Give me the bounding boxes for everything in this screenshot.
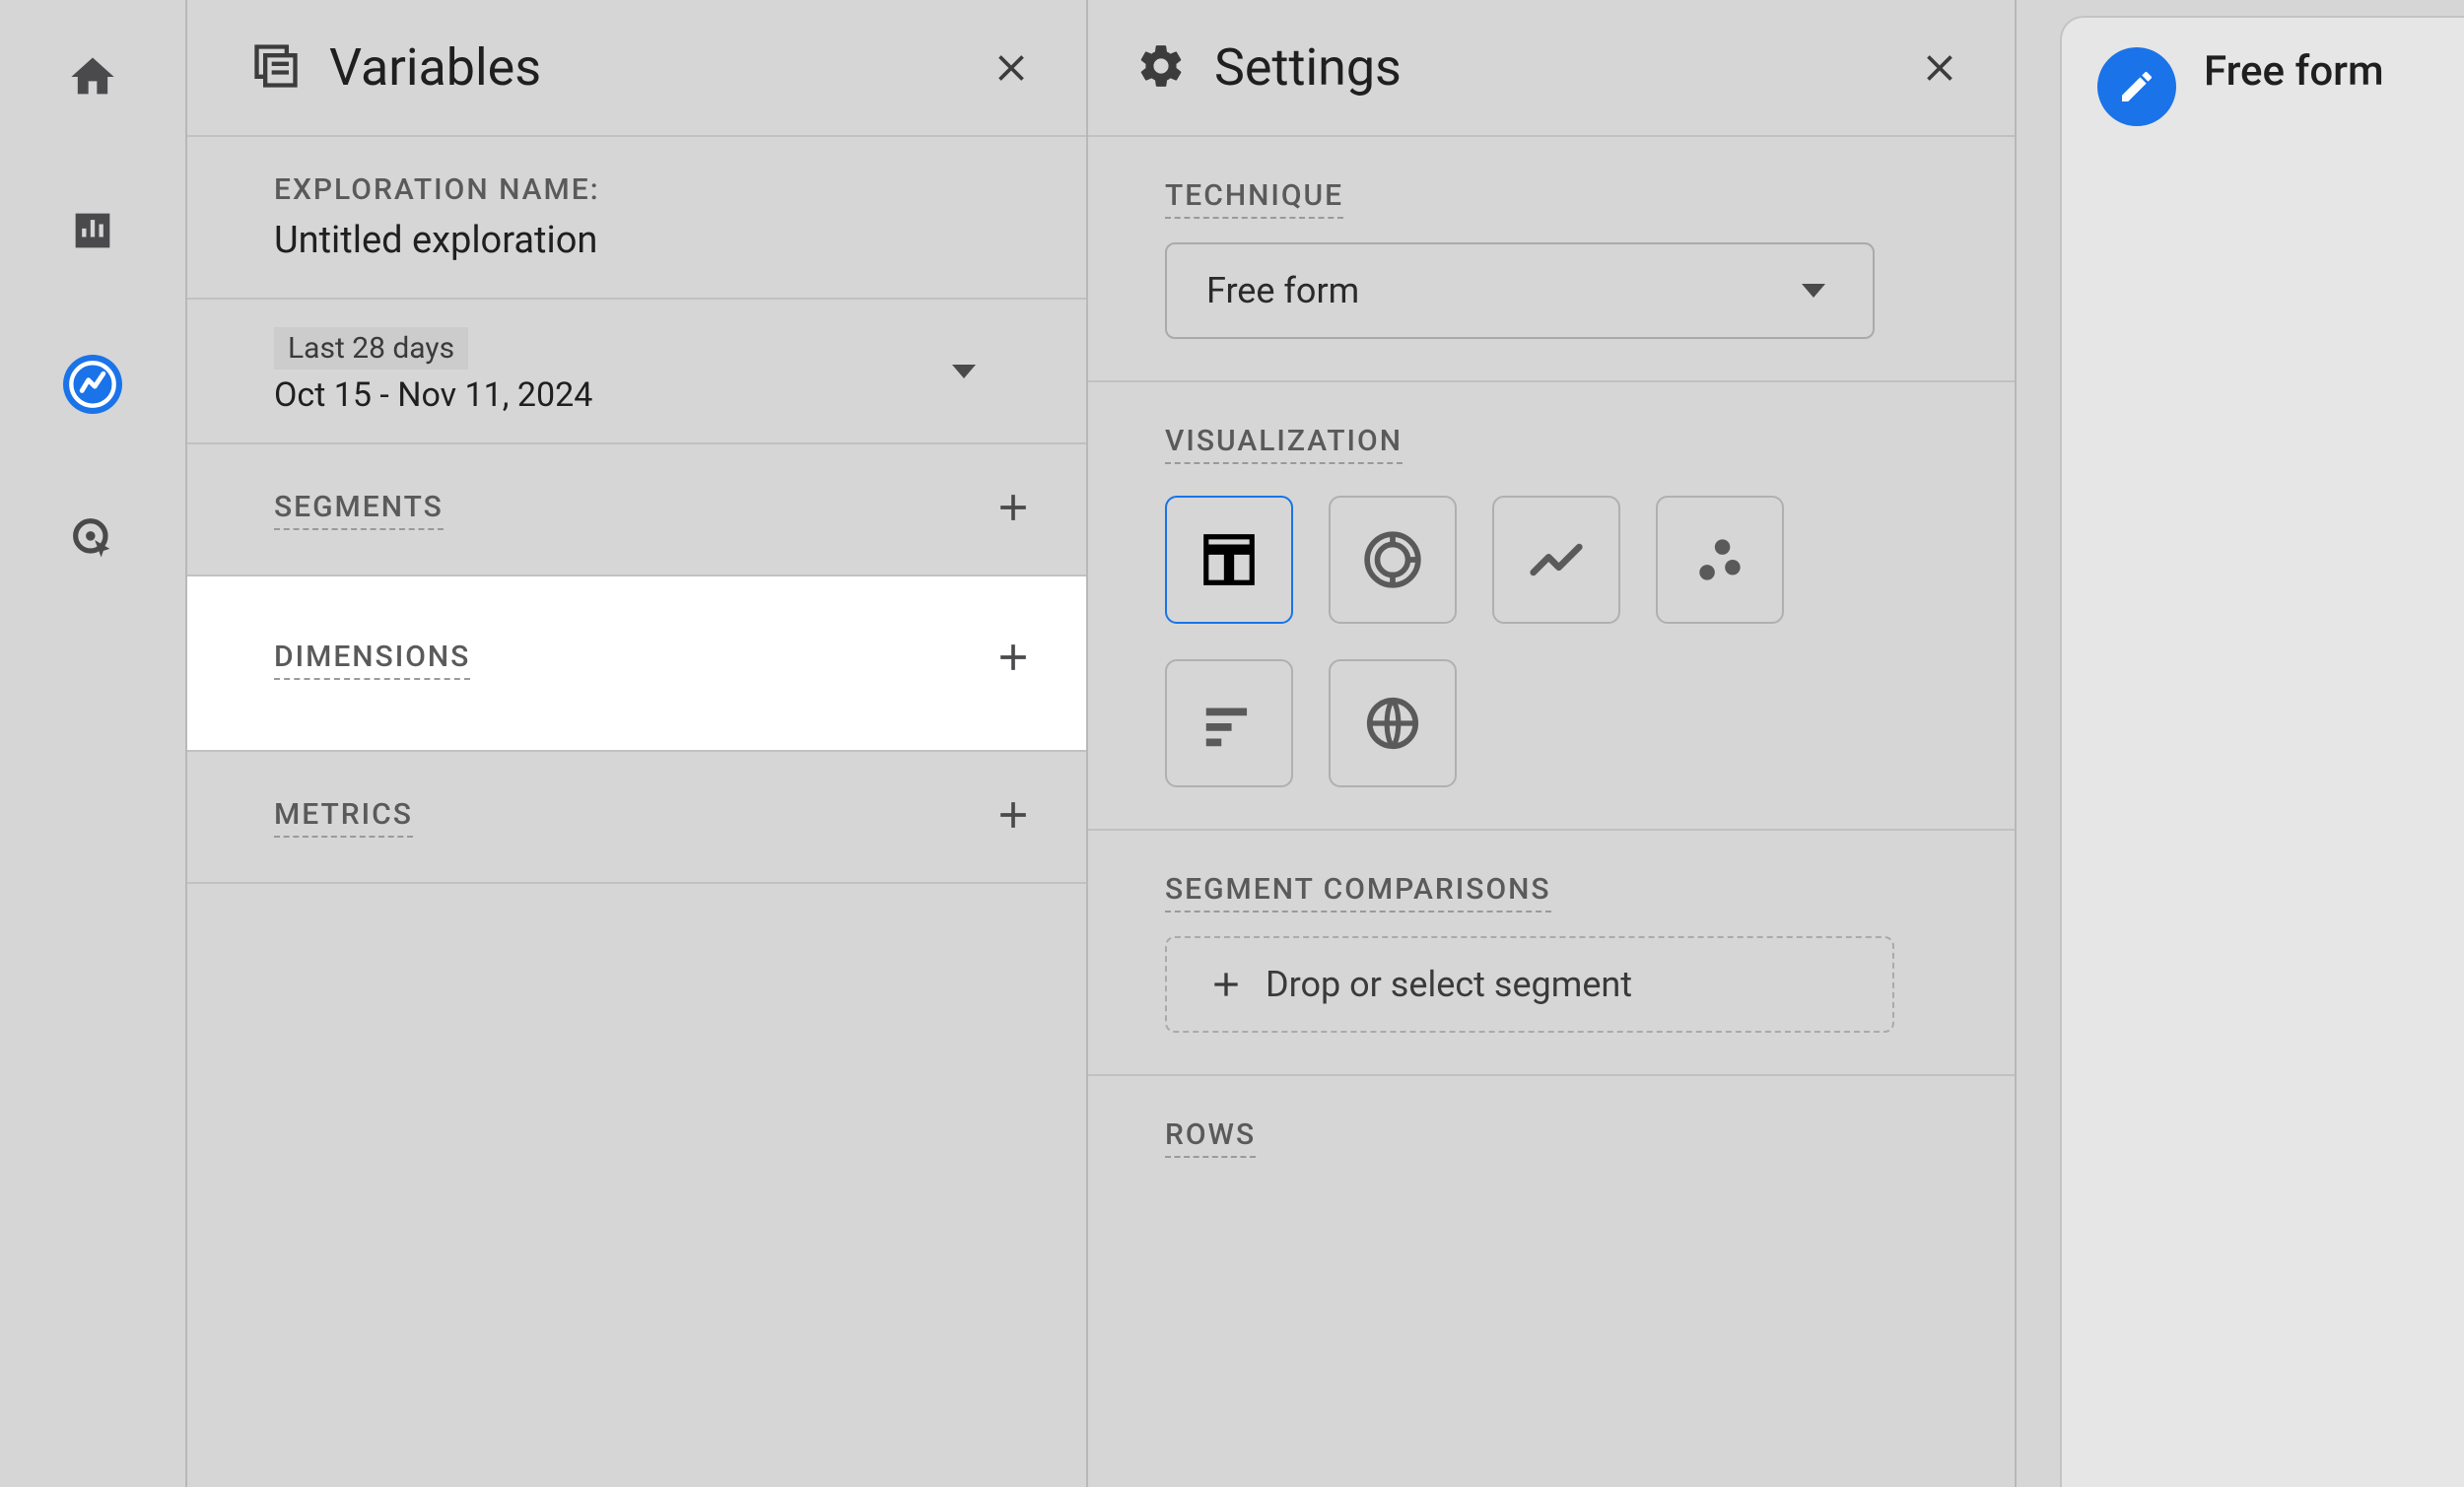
date-preset-chip: Last 28 days — [274, 327, 468, 370]
home-icon — [67, 51, 118, 102]
metrics-add-button[interactable] — [992, 793, 1035, 841]
dimensions-label: DIMENSIONS — [274, 640, 470, 680]
pencil-icon — [2117, 67, 2156, 106]
settings-panel: Settings TECHNIQUE Free form VISUALIZATI… — [1086, 0, 2015, 1487]
settings-close-button[interactable] — [1912, 40, 1967, 96]
rows-block: ROWS — [1088, 1076, 2015, 1182]
segment-comparisons-block: SEGMENT COMPARISONS Drop or select segme… — [1088, 831, 2015, 1076]
settings-title: Settings — [1214, 37, 1884, 98]
dimensions-section: DIMENSIONS — [187, 576, 1086, 752]
viz-line[interactable] — [1492, 496, 1620, 624]
canvas-area: Free form — [2015, 0, 2464, 1487]
bar-chart-icon — [67, 205, 118, 256]
exploration-name-value: Untitled exploration — [274, 219, 1035, 262]
line-chart-icon — [1526, 529, 1587, 590]
viz-table[interactable] — [1165, 496, 1293, 624]
segments-section: SEGMENTS — [187, 444, 1086, 576]
explore-icon — [67, 359, 118, 410]
date-range-picker[interactable]: Last 28 days Oct 15 - Nov 11, 2024 — [187, 300, 1086, 444]
exploration-name-block[interactable]: EXPLORATION NAME: Untitled exploration — [187, 137, 1086, 300]
variables-icon — [250, 40, 302, 96]
chevron-down-icon — [952, 365, 976, 378]
chevron-down-icon — [1802, 284, 1825, 298]
viz-donut[interactable] — [1329, 496, 1457, 624]
settings-header: Settings — [1088, 0, 2015, 137]
technique-value: Free form — [1206, 270, 1359, 311]
viz-geo[interactable] — [1329, 659, 1457, 787]
viz-scatter[interactable] — [1656, 496, 1784, 624]
canvas-tab: Free form — [2060, 16, 2464, 1487]
globe-icon — [1362, 693, 1423, 754]
variables-close-button[interactable] — [984, 40, 1039, 96]
technique-label: TECHNIQUE — [1165, 178, 1343, 219]
nav-rail — [0, 0, 185, 1487]
segments-add-button[interactable] — [992, 486, 1035, 533]
nav-explore[interactable] — [63, 355, 122, 414]
segment-comparisons-label: SEGMENT COMPARISONS — [1165, 872, 1551, 912]
scatter-icon — [1689, 529, 1750, 590]
gear-icon — [1135, 40, 1187, 96]
variables-title: Variables — [329, 37, 956, 98]
close-icon — [990, 46, 1033, 90]
dimensions-add-button[interactable] — [992, 636, 1035, 683]
segments-label: SEGMENTS — [274, 490, 444, 530]
edit-tab-button[interactable] — [2097, 47, 2176, 126]
metrics-section: METRICS — [187, 752, 1086, 884]
plus-icon — [992, 636, 1035, 679]
rows-label: ROWS — [1165, 1117, 1256, 1158]
segment-drop-text: Drop or select segment — [1266, 964, 1632, 1005]
variables-header: Variables — [187, 0, 1086, 137]
viz-bar[interactable] — [1165, 659, 1293, 787]
technique-select[interactable]: Free form — [1165, 242, 1875, 339]
visualization-label: VISUALIZATION — [1165, 424, 1403, 464]
nav-home[interactable] — [63, 47, 122, 106]
plus-icon — [1206, 965, 1246, 1004]
bar-horizontal-icon — [1198, 693, 1260, 754]
canvas-tab-title: Free form — [2204, 47, 2384, 96]
visualization-block: VISUALIZATION — [1088, 382, 2015, 831]
plus-icon — [992, 486, 1035, 529]
date-range-text: Oct 15 - Nov 11, 2024 — [274, 375, 592, 415]
exploration-name-label: EXPLORATION NAME: — [274, 172, 1035, 207]
nav-advertising[interactable] — [63, 508, 122, 568]
table-icon — [1198, 529, 1260, 590]
target-click-icon — [67, 512, 118, 564]
close-icon — [1918, 46, 1961, 90]
donut-chart-icon — [1362, 529, 1423, 590]
segment-drop-zone[interactable]: Drop or select segment — [1165, 936, 1894, 1033]
plus-icon — [992, 793, 1035, 837]
metrics-label: METRICS — [274, 797, 413, 838]
nav-reports[interactable] — [63, 201, 122, 260]
variables-panel: Variables EXPLORATION NAME: Untitled exp… — [185, 0, 1086, 1487]
technique-block: TECHNIQUE Free form — [1088, 137, 2015, 382]
